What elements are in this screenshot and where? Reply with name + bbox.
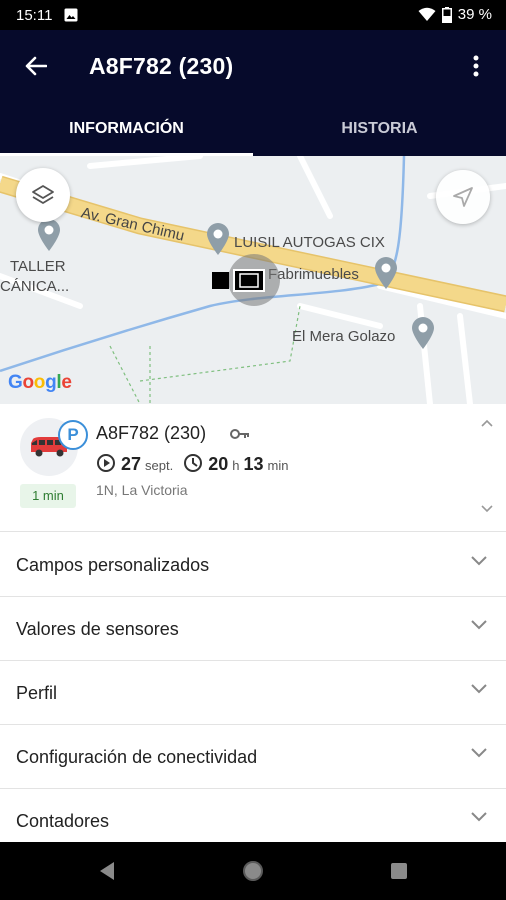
- place-pin-icon: [412, 317, 434, 349]
- triangle-back-icon: [100, 862, 114, 880]
- place-label: CÁNICA...: [0, 278, 70, 295]
- vehicle-name: A8F782 (230): [96, 423, 207, 443]
- status-bar: 15:11 39 %: [0, 0, 506, 30]
- google-logo: Google: [8, 372, 72, 393]
- nav-back-button[interactable]: [92, 856, 122, 886]
- vehicle-marker-icon[interactable]: [212, 268, 268, 294]
- duration-minutes: 13: [243, 454, 264, 474]
- chevron-down-icon: [471, 748, 487, 758]
- place-label: Fabrimuebles: [268, 266, 359, 283]
- my-location-button[interactable]: [436, 170, 490, 224]
- battery-level: 39 %: [457, 6, 492, 23]
- chevron-down-icon: [471, 812, 487, 822]
- status-right: 39 %: [418, 6, 492, 23]
- vehicle-stats: 27 sept. 20 h 13 min: [96, 450, 298, 475]
- place-label: El Mera Golazo: [292, 328, 396, 345]
- section-configuracion-conectividad[interactable]: Configuración de conectividad: [0, 725, 506, 789]
- tab-historia[interactable]: HISTORIA: [253, 108, 506, 156]
- page-title: A8F782 (230): [89, 53, 234, 79]
- duration-hours-unit: h: [232, 458, 240, 473]
- square-recents-icon: [391, 863, 407, 879]
- arrow-back-icon: [25, 56, 47, 76]
- layers-icon: [32, 185, 54, 204]
- parking-status-badge: P: [58, 420, 88, 450]
- time-ago-chip: 1 min: [20, 484, 76, 508]
- section-label: Configuración de conectividad: [16, 747, 258, 767]
- map-view[interactable]: Av. Gran Chimu TALLER CÁNICA... LUISIL A…: [0, 156, 506, 404]
- section-label: Perfil: [16, 683, 58, 703]
- place-pin-icon: [207, 223, 229, 255]
- play-circle-icon: [97, 454, 115, 472]
- tab-informacion[interactable]: INFORMACIÓN: [0, 108, 253, 156]
- more-options-button[interactable]: [462, 48, 490, 84]
- vehicle-summary-card[interactable]: P 1 min A8F782 (230) 27 sept. 20 h 13 mi…: [0, 404, 506, 532]
- section-perfil[interactable]: Perfil: [0, 661, 506, 725]
- place-label: LUISIL AUTOGAS CIX: [234, 234, 385, 251]
- section-campos-personalizados[interactable]: Campos personalizados: [0, 533, 506, 597]
- layers-button[interactable]: [16, 168, 70, 222]
- place-label: TALLER: [10, 258, 66, 275]
- duration-hours: 20: [208, 454, 229, 474]
- more-vert-icon: [473, 55, 479, 77]
- status-time: 15:11: [16, 7, 53, 24]
- clock-icon: [184, 454, 203, 472]
- section-valores-sensores[interactable]: Valores de sensores: [0, 597, 506, 661]
- parked-since-day: 27: [121, 454, 142, 474]
- chevron-down-icon: [471, 620, 487, 630]
- wifi-icon: [418, 7, 436, 21]
- app-bar: A8F782 (230) INFORMACIÓN HISTORIA: [0, 30, 506, 156]
- nav-recents-button[interactable]: [384, 856, 414, 886]
- chevron-up-icon[interactable]: [480, 418, 494, 428]
- battery-icon: [441, 6, 452, 23]
- circle-home-icon: [243, 861, 263, 881]
- vehicle-address: 1N, La Victoria: [96, 482, 188, 498]
- back-button[interactable]: [16, 48, 56, 84]
- chevron-down-icon[interactable]: [480, 504, 494, 514]
- chevron-down-icon: [471, 556, 487, 566]
- place-pin-icon: [38, 219, 60, 251]
- duration-minutes-unit: min: [267, 458, 289, 473]
- parked-since-month: sept.: [145, 458, 174, 473]
- section-label: Contadores: [16, 811, 110, 831]
- section-label: Campos personalizados: [16, 555, 210, 575]
- place-pin-icon: [375, 257, 397, 289]
- nav-home-button[interactable]: [238, 856, 268, 886]
- system-nav-bar: [0, 842, 506, 900]
- ignition-key-icon: [227, 422, 253, 446]
- chevron-down-icon: [471, 684, 487, 694]
- navigation-arrow-icon: [453, 187, 473, 207]
- image-notification-icon: [64, 8, 78, 22]
- section-label: Valores de sensores: [16, 619, 179, 639]
